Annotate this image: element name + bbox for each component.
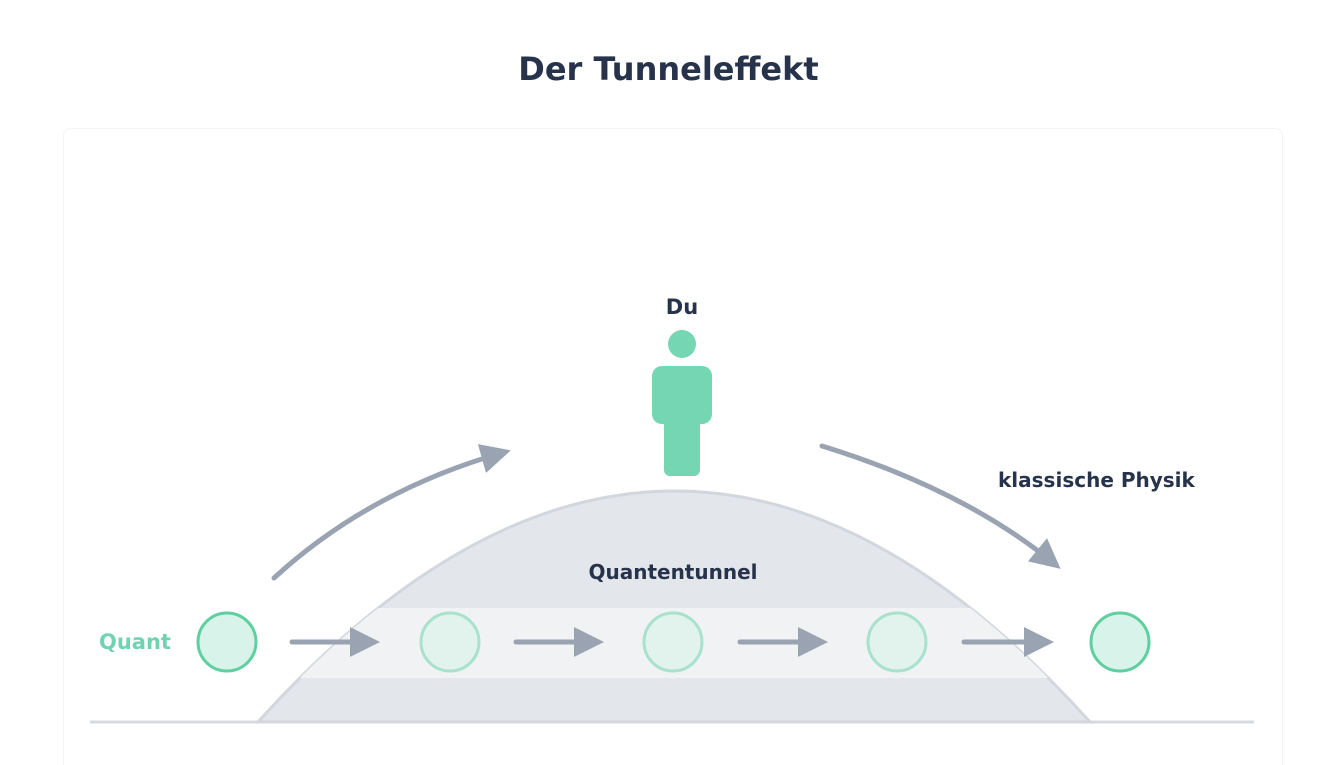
particle-circle-icon	[1089, 611, 1151, 673]
page: Der Tunneleffekt Du klassische Physik Qu…	[0, 0, 1337, 765]
label-classical-physics: klassische Physik	[998, 468, 1196, 492]
energy-barrier-hill	[254, 489, 1094, 724]
particle-circle-icon	[642, 611, 704, 673]
tunnel-diagram: Du klassische Physik Quantentunnel Quant	[90, 295, 1254, 724]
particle-circle-icon	[196, 611, 258, 673]
label-particle: Quant	[99, 630, 171, 654]
label-quantum-tunnel: Quantentunnel	[588, 560, 757, 584]
label-person: Du	[666, 295, 698, 319]
particle-circle-icon	[419, 611, 481, 673]
person-icon	[652, 330, 712, 476]
particle-start	[196, 611, 258, 673]
particle-circle-icon	[866, 611, 928, 673]
